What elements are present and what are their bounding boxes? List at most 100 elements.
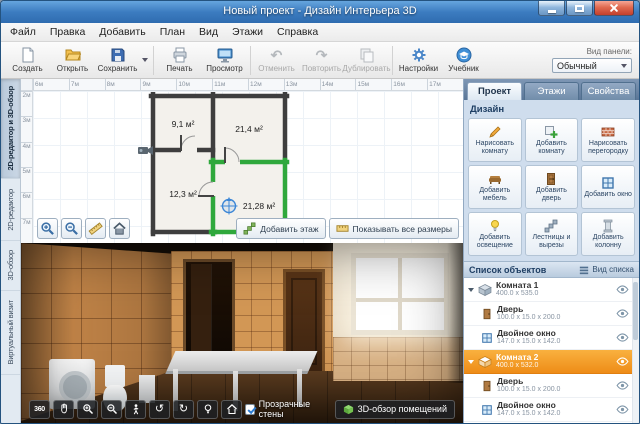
tab-properties[interactable]: Свойства	[581, 82, 636, 100]
visibility-eye-icon[interactable]	[616, 405, 629, 414]
person-icon	[130, 403, 142, 415]
tab-project[interactable]: Проект	[467, 82, 522, 100]
list-icon	[579, 265, 589, 275]
visibility-eye-icon[interactable]	[616, 309, 629, 318]
menu-add[interactable]: Добавить	[92, 23, 152, 41]
tab-virtual-visit[interactable]: Виртуальный визит	[1, 291, 20, 375]
scene-tile-backsplash	[333, 337, 463, 381]
tab-2d-editor[interactable]: 2D-редактор	[1, 179, 20, 241]
ruler-icon	[336, 222, 349, 235]
zoom-out-3d-button[interactable]	[101, 400, 122, 419]
zoom-in-3d-button[interactable]	[77, 400, 98, 419]
save-button[interactable]: Сохранить	[95, 43, 140, 77]
tutorial-button[interactable]: Учебник	[441, 43, 486, 77]
add-door-button[interactable]: Добавить дверь	[525, 165, 579, 209]
add-furniture-button[interactable]: Добавить мебель	[468, 165, 522, 209]
menu-plan[interactable]: План	[153, 23, 192, 41]
close-button[interactable]	[594, 1, 634, 16]
expander-icon[interactable]	[468, 360, 474, 364]
walk-mode-button[interactable]	[125, 400, 146, 419]
transparent-walls-toggle[interactable]: Прозрачные стены	[245, 399, 326, 419]
object-row-room-1[interactable]: Комната 1 400.0 x 535.0	[464, 278, 639, 302]
add-room-button[interactable]: Добавить комнату	[525, 118, 579, 162]
home-view-3d-button[interactable]	[221, 400, 242, 419]
menu-help[interactable]: Справка	[270, 23, 325, 41]
settings-button[interactable]: Настройки	[396, 43, 441, 77]
view-panel-group: Вид панели: Обычный	[552, 47, 635, 73]
open-button[interactable]: Открыть	[50, 43, 95, 77]
tab-2d-and-3d[interactable]: 2D-редактор и 3D-обзор	[1, 79, 20, 179]
open-label: Открыть	[57, 64, 88, 73]
zoom-in-button[interactable]	[37, 218, 58, 239]
add-column-button[interactable]: Добавить колонну	[581, 212, 635, 256]
menu-view[interactable]: Вид	[192, 23, 225, 41]
tab-floors[interactable]: Этажи	[524, 82, 579, 100]
rotate-right-button[interactable]: ↻	[173, 400, 194, 419]
scrollbar-thumb[interactable]	[633, 282, 638, 340]
zoom-out-button[interactable]	[61, 218, 82, 239]
door-icon	[544, 172, 558, 186]
plan-canvas[interactable]: 9,1 м² 21,4 м² 21,28 м² 12,3 м²	[33, 91, 463, 243]
stairs-icon	[544, 219, 558, 233]
stairs-and-cutouts-button[interactable]: Лестницы и вырезы	[525, 212, 579, 256]
lighting-button[interactable]	[197, 400, 218, 419]
print-button[interactable]: Печать	[157, 43, 202, 77]
pan-hand-button[interactable]	[53, 400, 74, 419]
draw-room-button[interactable]: Нарисовать комнату	[468, 118, 522, 162]
camera-icon[interactable]	[137, 143, 155, 157]
column-icon	[601, 219, 615, 233]
visibility-eye-icon[interactable]	[616, 333, 629, 342]
add-window-button[interactable]: Добавить окно	[581, 165, 635, 209]
undo-button[interactable]: ↶ Отменить	[254, 43, 299, 77]
transparent-walls-checkbox[interactable]	[245, 404, 255, 415]
preview-button[interactable]: Просмотр	[202, 43, 247, 77]
duplicate-button[interactable]: Дублировать	[344, 43, 389, 77]
measure-button[interactable]	[85, 218, 106, 239]
show-all-dimensions-button[interactable]: Показывать все размеры	[329, 218, 459, 239]
printer-icon	[172, 47, 188, 63]
object-row-window[interactable]: Двойное окно 147.0 x 15.0 x 142.0	[464, 326, 639, 350]
plan-toolbar: Добавить этаж Показывать все размеры	[37, 218, 459, 239]
minimize-button[interactable]	[538, 1, 565, 16]
draw-partition-button[interactable]: Нарисовать перегородку	[581, 118, 635, 162]
show-all-dimensions-label: Показывать все размеры	[353, 224, 452, 234]
room-area-label: 9,1 м²	[172, 119, 195, 129]
view-panel-select[interactable]: Обычный	[552, 58, 632, 73]
room-overview-button[interactable]: 3D-обзор помещений	[335, 400, 455, 419]
maximize-button[interactable]	[566, 1, 593, 16]
expander-icon[interactable]	[468, 288, 474, 292]
menu-edit[interactable]: Правка	[43, 23, 92, 41]
viewport-3d[interactable]: 360 ↺ ↻ Прозрачные стены	[21, 243, 463, 423]
object-row-door[interactable]: Дверь 100.0 x 15.0 x 200.0	[464, 374, 639, 398]
home-view-button[interactable]	[109, 218, 130, 239]
object-row-room-2-selected[interactable]: Комната 2 400.0 x 532.0	[464, 350, 639, 374]
redo-button[interactable]: ↷ Повторить	[299, 43, 344, 77]
toolbar-separator	[392, 46, 393, 75]
tab-3d-view[interactable]: 3D-обзор	[1, 241, 20, 291]
room-icon	[478, 355, 492, 369]
rotate-right-icon: ↻	[179, 404, 188, 415]
measure-ruler-icon	[88, 221, 103, 236]
rotate-left-button[interactable]: ↺	[149, 400, 170, 419]
new-button[interactable]: Создать	[5, 43, 50, 77]
add-floor-button[interactable]: Добавить этаж	[236, 218, 325, 239]
stairs-icon	[243, 222, 256, 235]
object-row-window[interactable]: Двойное окно 147.0 x 15.0 x 142.0	[464, 398, 639, 422]
graduation-cap-icon	[456, 47, 472, 63]
add-lighting-button[interactable]: Добавить освещение	[468, 212, 522, 256]
visibility-eye-icon[interactable]	[616, 357, 629, 366]
title-bar[interactable]: Новый проект - Дизайн Интерьера 3D	[1, 1, 639, 23]
visibility-eye-icon[interactable]	[616, 285, 629, 294]
light-bulb-icon	[202, 403, 214, 415]
list-view-button[interactable]: Вид списка	[579, 265, 634, 275]
menu-floors[interactable]: Этажи	[225, 23, 270, 41]
save-dropdown-button[interactable]	[140, 43, 150, 77]
objects-scrollbar[interactable]	[632, 278, 639, 423]
object-row-door[interactable]: Дверь 100.0 x 15.0 x 200.0	[464, 302, 639, 326]
menu-file[interactable]: Файл	[3, 23, 43, 41]
plan-editor-2d: 6м7м8м9м10м11м12м13м14м15м16м17м 2м3м4м5…	[21, 79, 463, 243]
rotate-360-button[interactable]: 360	[29, 400, 50, 419]
home-icon	[226, 403, 238, 415]
undo-label: Отменить	[258, 64, 295, 73]
visibility-eye-icon[interactable]	[616, 381, 629, 390]
